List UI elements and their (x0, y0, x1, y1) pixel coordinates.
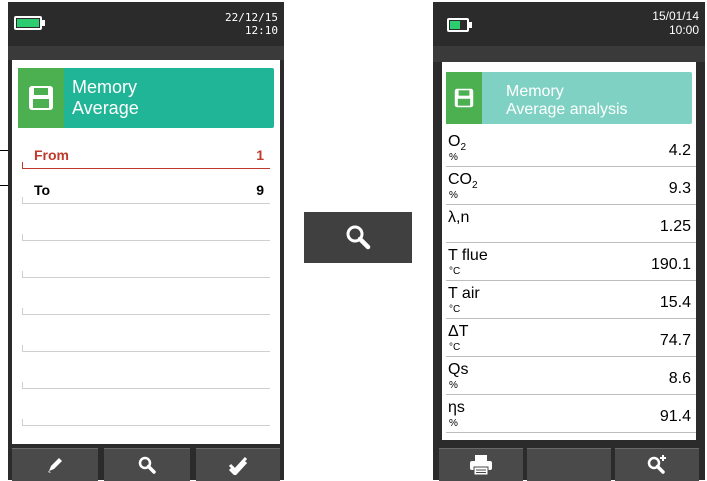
status-bar: 22/12/15 12:10 (8, 2, 284, 46)
measurement-value: 1.25 (659, 218, 691, 235)
measurement-value: 74.7 (659, 332, 691, 349)
memory-icon-box (18, 68, 64, 128)
printer-icon (470, 455, 492, 476)
right-device-screen: 15/01/14 10:00 Memory Average analysis O… (433, 2, 705, 481)
measurement-label: T air (448, 285, 480, 303)
measurement-label-subscript: 2 (472, 180, 478, 192)
row-corner (22, 162, 29, 169)
measurement-value: 9.3 (668, 180, 691, 197)
empty-row (22, 397, 270, 426)
date-text: 22/12/15 (225, 11, 278, 24)
measurement-label: λ,n (448, 209, 469, 227)
measurement-list: O2% 4.2 CO2% 9.3 λ,n 1.25 T flue °C 190.1 T air °C… (446, 130, 696, 440)
floppy-disk-icon (29, 86, 53, 110)
measurement-unit: % (449, 190, 458, 201)
measurement-label-text: T air (448, 285, 480, 302)
measurement-unit: °C (449, 266, 461, 277)
status-bar: 15/01/14 10:00 (433, 2, 705, 46)
measurement-label-text: ΔT (448, 323, 469, 340)
measurement-label: CO2 (448, 171, 478, 191)
date-text: 15/01/14 (652, 9, 699, 23)
empty-row (22, 323, 270, 352)
measurement-value: 190.1 (650, 256, 691, 273)
battery-icon (14, 16, 45, 30)
measurement-value: 15.4 (659, 294, 691, 311)
measurement-row: Qs% 8.6 (446, 358, 696, 395)
header-card: Memory Average (18, 68, 274, 128)
measurement-unit: °C (449, 342, 461, 353)
measurement-row: T flue °C 190.1 (446, 244, 696, 281)
measurement-label-subscript: 2 (460, 142, 467, 154)
row-from-value: 1 (256, 147, 264, 163)
header-card: Memory Average analysis (446, 72, 692, 124)
time-text: 10:00 (668, 23, 699, 37)
measurement-value: 91.4 (659, 408, 691, 425)
search-button[interactable] (104, 448, 190, 481)
search-icon (346, 225, 371, 250)
measurement-unit: % (449, 418, 458, 429)
print-button[interactable] (439, 448, 523, 481)
empty-row (22, 249, 270, 278)
pencil-icon (48, 458, 62, 473)
measurement-label-text: Qs (448, 361, 469, 378)
row-to[interactable]: To 9 (22, 175, 270, 204)
header-line2: Average (72, 98, 139, 118)
edit-button[interactable] (12, 448, 98, 481)
status-band (8, 46, 284, 60)
row-corner (22, 197, 29, 204)
memory-icon-box (446, 72, 482, 124)
header-line1: Memory (506, 83, 564, 100)
header-line2: Average analysis (506, 101, 628, 118)
empty-row (22, 286, 270, 315)
measurement-label-text: O (448, 133, 461, 150)
measurement-label-text: T flue (448, 247, 488, 264)
measurement-label: O2 (448, 133, 466, 153)
search-key[interactable] (304, 212, 412, 263)
header-title: Memory Average (72, 77, 139, 119)
measurement-row: ηs% 91.4 (446, 396, 696, 433)
row-from-label: From (34, 147, 69, 163)
zoom-button[interactable] (615, 448, 699, 481)
measurement-value: 4.2 (668, 142, 691, 159)
measurement-row: λ,n 1.25 (446, 206, 696, 243)
measurement-row: O2% 4.2 (446, 130, 696, 167)
datetime: 15/01/14 10:00 (652, 9, 699, 37)
battery-icon (447, 18, 472, 32)
measurement-value: 8.6 (668, 370, 691, 387)
main-panel: Memory Average From 1 To 9 (12, 60, 280, 444)
empty-row (22, 360, 270, 389)
measurement-label: ηs (448, 399, 465, 417)
blank-button[interactable] (527, 448, 611, 481)
zoom-plus-icon (647, 455, 666, 474)
search-icon (138, 456, 156, 474)
time-text: 12:10 (244, 24, 278, 37)
measurement-label-text: CO (448, 171, 472, 188)
measurement-label: T flue (448, 247, 488, 265)
measurement-unit: % (449, 380, 458, 391)
floppy-disk-icon (454, 88, 474, 108)
row-from[interactable]: From 1 (22, 140, 270, 169)
datetime: 22/12/15 12:10 (225, 11, 278, 37)
measurement-row: T air °C 15.4 (446, 282, 696, 319)
measurement-row: CO2% 9.3 (446, 168, 696, 205)
row-to-label: To (34, 182, 51, 198)
empty-row (22, 212, 270, 241)
measurement-label-text: λ,n (448, 209, 470, 226)
row-to-value: 9 (256, 182, 264, 198)
header-line1: Memory (72, 77, 138, 97)
bottom-toolbar (433, 444, 705, 481)
left-device-screen: 22/12/15 12:10 Memory Average From 1 To … (8, 2, 284, 481)
measurement-unit: % (449, 152, 458, 163)
measurement-label-text: ηs (448, 399, 465, 416)
status-band (433, 46, 705, 62)
measurement-label: Qs (448, 361, 468, 379)
measurement-unit: °C (449, 304, 461, 315)
double-check-icon (228, 456, 248, 475)
measurement-label: ΔT (448, 323, 468, 341)
confirm-button[interactable] (196, 448, 280, 481)
main-panel: Memory Average analysis O2% 4.2 CO2% 9.3 λ,n… (442, 62, 696, 440)
bottom-toolbar (8, 444, 284, 481)
header-title: Memory Average analysis (506, 83, 628, 119)
measurement-row: ΔT °C 74.7 (446, 320, 696, 357)
